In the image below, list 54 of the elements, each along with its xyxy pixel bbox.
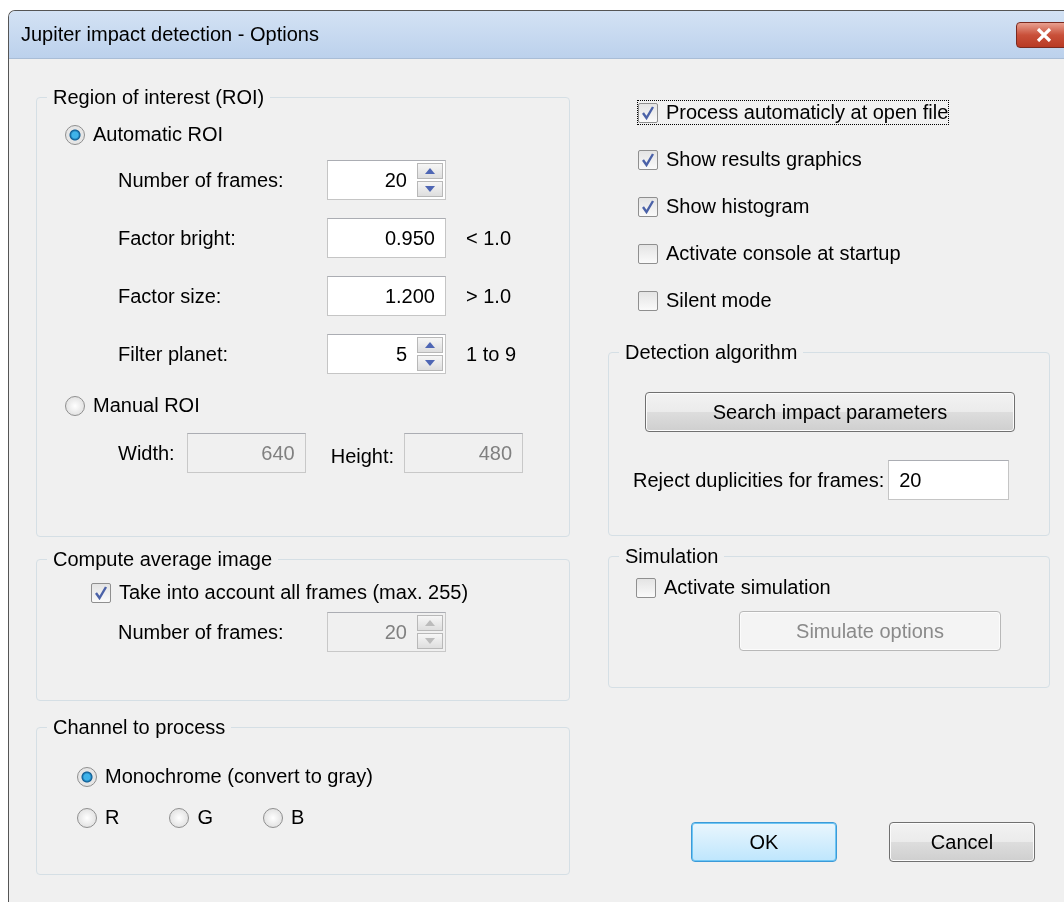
search-button[interactable]: Search impact parameters <box>645 392 1015 432</box>
group-title: Channel to process <box>52 715 227 739</box>
up-arrow-icon <box>425 342 435 348</box>
range-hint: < 1.0 <box>466 226 512 250</box>
dialog-button[interactable]: Cancel <box>889 822 1035 862</box>
close-icon <box>1036 27 1052 42</box>
input-field[interactable]: 0.950 <box>327 218 446 258</box>
up-arrow-icon <box>425 168 435 174</box>
group-title: Simulation <box>624 544 720 568</box>
group-title: Region of interest (ROI) <box>52 85 266 109</box>
radio-button[interactable]: Monochrome (convert to gray) <box>77 765 373 788</box>
spin-up-button[interactable] <box>417 337 443 353</box>
spin-up-button[interactable] <box>417 163 443 179</box>
radio-button[interactable]: R <box>77 806 120 829</box>
range-hint: 1 to 9 <box>466 342 517 366</box>
field-label: Factor size: <box>118 284 223 308</box>
group-title: Detection algorithm <box>624 340 799 364</box>
checkbox[interactable]: Activate simulation <box>636 576 831 599</box>
down-arrow-icon <box>425 360 435 366</box>
group-title: Compute average image <box>52 547 273 571</box>
dialog-button[interactable]: OK <box>691 822 837 862</box>
checkbox[interactable]: Silent mode <box>638 289 772 312</box>
field-label: Height: <box>330 444 395 468</box>
field-label: Reject duplicities for frames: <box>633 468 885 492</box>
radio-button[interactable]: G <box>169 806 213 829</box>
checkbox[interactable]: Show results graphics <box>638 148 862 171</box>
check-icon <box>641 199 655 214</box>
field-label: Filter planet: <box>118 342 230 366</box>
input-field[interactable]: 1.200 <box>327 276 446 316</box>
radio-button[interactable]: B <box>263 806 305 829</box>
radio-button[interactable]: Automatic ROI <box>65 123 224 146</box>
down-arrow-icon <box>425 186 435 192</box>
down-arrow-icon <box>425 638 435 644</box>
checkbox[interactable]: Show histogram <box>638 195 810 218</box>
spin-down-button[interactable] <box>417 181 443 197</box>
checkbox[interactable]: Take into account all frames (max. 255) <box>91 581 469 604</box>
input-field[interactable]: 20 <box>888 460 1010 500</box>
checkbox[interactable]: Activate console at startup <box>638 242 901 265</box>
field-label: Factor bright: <box>118 226 237 250</box>
range-hint: > 1.0 <box>466 284 512 308</box>
window-title: Jupiter impact detection - Options <box>21 23 319 46</box>
close-button[interactable] <box>1016 21 1064 48</box>
spin-field[interactable]: 5 <box>327 334 446 374</box>
spin-down-button[interactable] <box>417 355 443 371</box>
spin-field[interactable]: 20 <box>327 160 446 200</box>
radio-button[interactable]: Manual ROI <box>65 394 200 417</box>
field-label: Number of frames: <box>118 168 285 192</box>
field-label: Number of frames: <box>118 620 285 644</box>
check-icon <box>641 105 655 120</box>
up-arrow-icon <box>425 620 435 626</box>
checkbox[interactable]: Process automaticly at open file <box>638 101 949 124</box>
check-icon <box>641 152 655 167</box>
field-label: Width: <box>118 441 175 465</box>
check-icon <box>94 585 108 600</box>
